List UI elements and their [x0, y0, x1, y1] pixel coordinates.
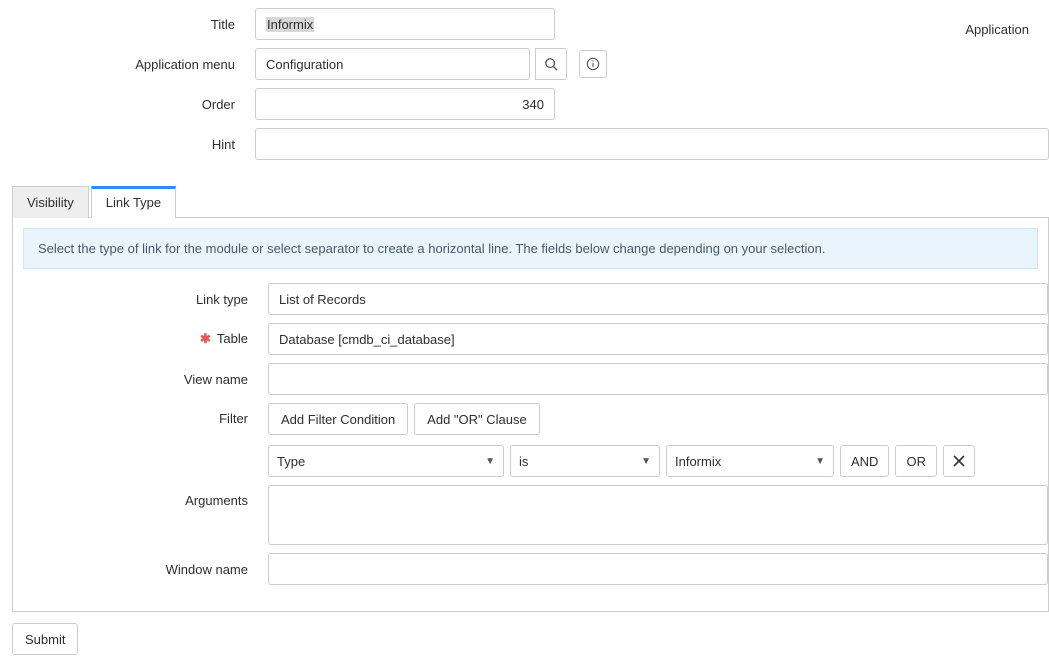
link-type-info-banner: Select the type of link for the module o…	[23, 228, 1038, 269]
chevron-down-icon: ▼	[815, 456, 825, 467]
application-menu-lookup[interactable]	[535, 48, 567, 80]
table-input[interactable]	[268, 323, 1048, 355]
tab-visibility[interactable]: Visibility	[12, 186, 89, 218]
window-name-input[interactable]	[268, 553, 1048, 585]
filter-or-button[interactable]: OR	[895, 445, 937, 477]
arguments-input[interactable]	[268, 485, 1048, 545]
hint-input[interactable]	[255, 128, 1049, 160]
close-icon	[953, 455, 965, 467]
filter-value-select[interactable]: Informix ▼	[666, 445, 834, 477]
order-label: Order	[0, 97, 255, 112]
tab-link-type[interactable]: Link Type	[91, 186, 176, 218]
hint-label: Hint	[0, 137, 255, 152]
search-icon	[544, 57, 558, 71]
application-menu-label: Application menu	[0, 57, 255, 72]
window-name-label: Window name	[13, 562, 268, 577]
table-label: ✱Table	[13, 331, 268, 347]
link-type-input[interactable]	[268, 283, 1048, 315]
filter-label: Filter	[13, 403, 268, 426]
chevron-down-icon: ▼	[485, 456, 495, 467]
arguments-label: Arguments	[13, 485, 268, 508]
application-label: Application	[965, 22, 1029, 37]
required-icon: ✱	[200, 331, 211, 346]
title-input[interactable]: Informix	[255, 8, 555, 40]
filter-and-button[interactable]: AND	[840, 445, 889, 477]
filter-remove-button[interactable]	[943, 445, 975, 477]
view-name-input[interactable]	[268, 363, 1048, 395]
application-menu-input[interactable]	[255, 48, 530, 80]
order-input[interactable]	[255, 88, 555, 120]
link-type-label: Link type	[13, 292, 268, 307]
info-icon	[586, 57, 600, 71]
add-filter-condition-button[interactable]: Add Filter Condition	[268, 403, 408, 435]
application-menu-info[interactable]	[579, 50, 607, 78]
filter-field-select[interactable]: Type ▼	[268, 445, 504, 477]
add-or-clause-button[interactable]: Add "OR" Clause	[414, 403, 540, 435]
title-label: Title	[0, 17, 255, 32]
chevron-down-icon: ▼	[641, 456, 651, 467]
filter-operator-select[interactable]: is ▼	[510, 445, 660, 477]
submit-button[interactable]: Submit	[12, 623, 78, 655]
view-name-label: View name	[13, 372, 268, 387]
